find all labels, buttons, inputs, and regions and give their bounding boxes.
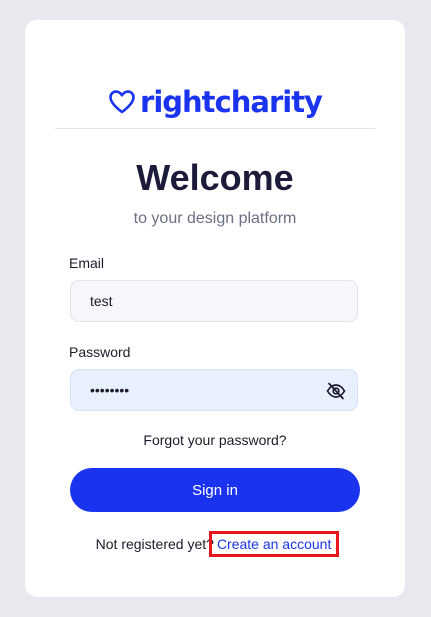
sign-in-button[interactable]: Sign in [70,468,360,512]
register-prompt-text: Not registered yet? [95,536,214,552]
password-field[interactable]: •••••••• [70,369,358,411]
heart-icon [109,90,135,114]
brand-name: rightcharity [140,85,323,119]
page-title: Welcome [136,157,294,198]
email-value: test [90,293,113,309]
brand-logo: rightcharity [25,82,405,122]
password-label: Password [69,344,131,360]
forgot-password-link[interactable]: Forgot your password? [25,432,405,448]
header-divider [55,128,375,129]
email-label: Email [69,255,105,271]
password-value: •••••••• [90,382,130,398]
page-subtitle: to your design platform [133,210,297,227]
register-prompt: Not registered yet? Create an account [25,531,405,557]
login-card: rightcharity Welcome to your design plat… [25,20,405,597]
eye-slash-icon[interactable] [326,382,346,400]
create-account-link[interactable]: Create an account [208,531,340,557]
email-field[interactable]: test [70,280,358,322]
